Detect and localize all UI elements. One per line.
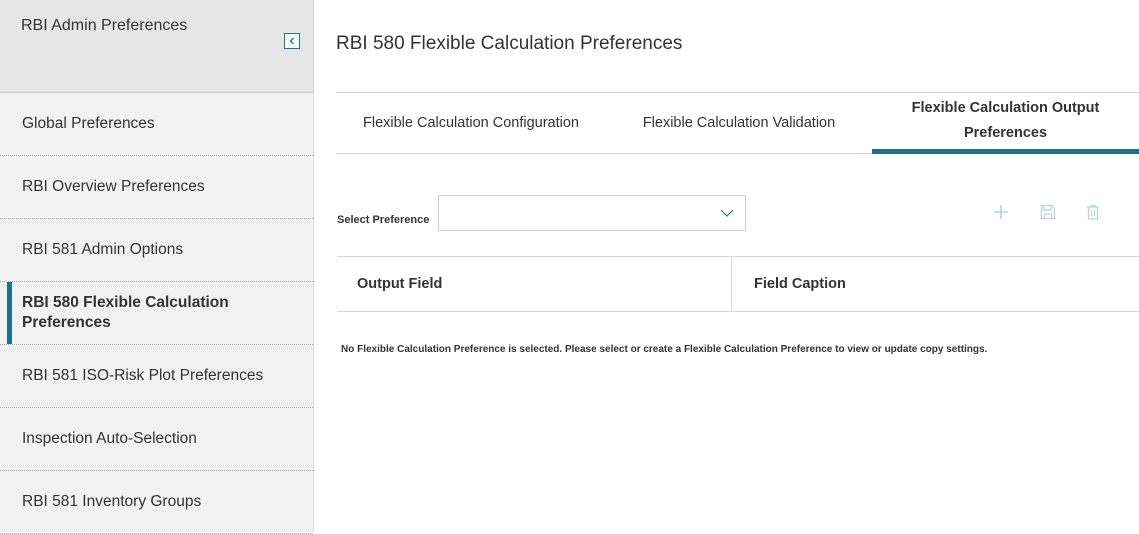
sidebar: RBI Admin Preferences Global Preferences… — [0, 0, 314, 534]
empty-state-message: No Flexible Calculation Preference is se… — [341, 344, 988, 355]
sidebar-item-rbi-overview-preferences[interactable]: RBI Overview Preferences — [0, 156, 313, 219]
sidebar-item-label: Inspection Auto-Selection — [22, 430, 197, 447]
trash-icon[interactable] — [1084, 203, 1102, 221]
sidebar-item-label: RBI 581 Admin Options — [22, 241, 184, 258]
sidebar-item-global-preferences[interactable]: Global Preferences — [0, 93, 313, 156]
output-fields-table-header: Output Field Field Caption — [337, 256, 1139, 312]
sidebar-item-inspection-auto-selection[interactable]: Inspection Auto-Selection — [0, 408, 313, 471]
sidebar-item-label: RBI 581 ISO-Risk Plot Preferences — [22, 367, 264, 384]
tab-bar: Flexible Calculation Configuration Flexi… — [336, 92, 1139, 154]
column-header-field-caption[interactable]: Field Caption — [732, 257, 1139, 311]
tab-flexible-calculation-configuration[interactable]: Flexible Calculation Configuration — [336, 93, 606, 153]
chevron-left-icon — [289, 37, 294, 45]
app-window: RBI Admin Preferences Global Preferences… — [0, 0, 1139, 534]
collapse-sidebar-button[interactable] — [284, 33, 300, 49]
tab-flexible-calculation-output-preferences[interactable]: Flexible Calculation Output Preferences — [872, 93, 1139, 154]
save-icon[interactable] — [1039, 203, 1057, 221]
sidebar-item-label: RBI Overview Preferences — [22, 178, 205, 195]
sidebar-item-rbi-580-flexible-calculation-preferences[interactable]: RBI 580 Flexible Calculation Preferences — [0, 282, 313, 345]
sidebar-item-rbi-581-admin-options[interactable]: RBI 581 Admin Options — [0, 219, 313, 282]
sidebar-item-label: RBI 581 Inventory Groups — [22, 493, 202, 510]
column-header-output-field[interactable]: Output Field — [337, 257, 732, 311]
sidebar-title: RBI Admin Preferences — [21, 17, 188, 34]
select-preference-dropdown[interactable] — [438, 195, 746, 231]
sidebar-item-rbi-581-iso-risk-plot-preferences[interactable]: RBI 581 ISO-Risk Plot Preferences — [0, 345, 313, 408]
plus-icon[interactable] — [992, 203, 1010, 221]
main-panel: RBI 580 Flexible Calculation Preferences… — [314, 0, 1139, 532]
page-title: RBI 580 Flexible Calculation Preferences — [336, 33, 683, 54]
chevron-down-icon — [720, 209, 734, 217]
tab-flexible-calculation-validation[interactable]: Flexible Calculation Validation — [606, 93, 872, 153]
sidebar-item-rbi-581-inventory-groups[interactable]: RBI 581 Inventory Groups — [0, 471, 313, 534]
select-preference-label: Select Preference — [337, 214, 430, 226]
sidebar-item-label: Global Preferences — [22, 115, 155, 132]
sidebar-item-label: RBI 580 Flexible Calculation Preferences — [22, 294, 229, 331]
sidebar-header: RBI Admin Preferences — [0, 0, 313, 93]
sidebar-nav: Global Preferences RBI Overview Preferen… — [0, 93, 313, 534]
